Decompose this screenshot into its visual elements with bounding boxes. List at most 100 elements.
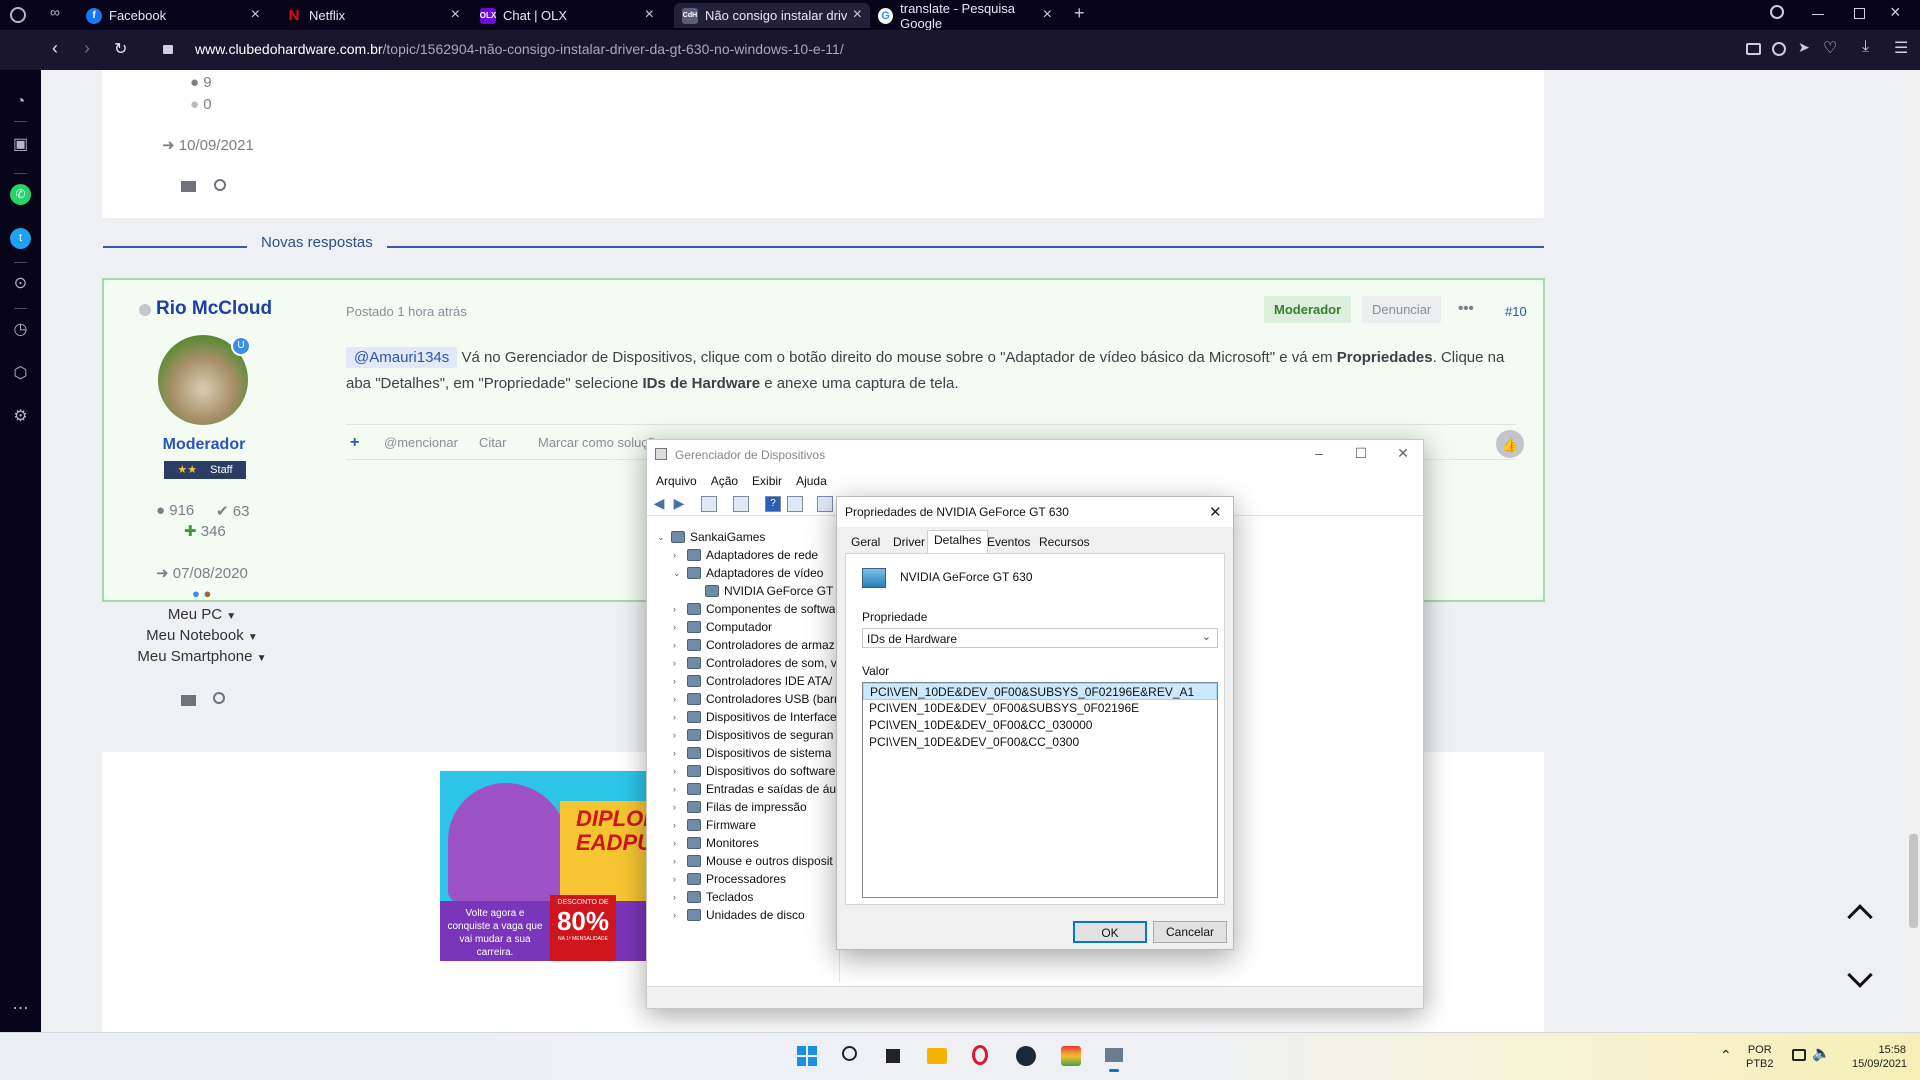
device-tree-item[interactable]: › Dispositivos de seguran <box>673 726 833 744</box>
tab-geral[interactable]: Geral <box>845 533 886 553</box>
device-manager-taskbar-icon[interactable] <box>1101 1043 1127 1072</box>
tab-detalhes[interactable]: Detalhes <box>927 530 989 554</box>
chevron-right-icon[interactable]: › <box>673 856 683 866</box>
tab-driver[interactable]: Driver <box>887 533 931 553</box>
chevron-right-icon[interactable]: › <box>673 748 683 758</box>
chevron-right-icon[interactable]: › <box>673 622 683 632</box>
tab-facebook[interactable]: f Facebook × <box>78 3 268 28</box>
workspaces-icon[interactable]: ∞ <box>50 4 60 20</box>
player-icon[interactable]: ⊙ <box>10 273 31 294</box>
new-tab-plus-icon[interactable]: + <box>1074 3 1085 24</box>
chevron-right-icon[interactable]: › <box>673 730 683 740</box>
device-tree-item[interactable]: ⌄ Adaptadores de vídeo <box>673 564 823 582</box>
value-list[interactable]: PCI\VEN_10DE&DEV_0F00&SUBSYS_0F02196E&RE… <box>862 682 1218 898</box>
message-envelope-icon[interactable] <box>181 695 196 706</box>
device-tree-item[interactable]: › Processadores <box>673 870 786 888</box>
device-tree-item[interactable]: › Dispositivos de sistema <box>673 744 831 762</box>
device-tree-item[interactable]: › Componentes de softwa <box>673 600 835 618</box>
more-options-button[interactable]: ••• <box>1458 300 1474 317</box>
chevron-right-icon[interactable]: › <box>673 784 683 794</box>
device-tree-item[interactable]: › Controladores de armaz <box>673 636 835 654</box>
chevron-right-icon[interactable]: › <box>673 838 683 848</box>
snapshot-icon[interactable] <box>1746 43 1761 55</box>
meu-smartphone-dropdown[interactable]: Meu Smartphone ▼ <box>102 648 302 665</box>
value-row[interactable]: PCI\VEN_10DE&DEV_0F00&CC_030000 <box>863 717 1217 734</box>
device-tree-item[interactable]: › Computador <box>673 618 772 636</box>
scroll-down-chevron-icon[interactable] <box>1847 962 1873 988</box>
tab-recursos[interactable]: Recursos <box>1033 533 1096 553</box>
back-arrow-icon[interactable]: ‹ <box>52 38 58 59</box>
restore-window-icon[interactable] <box>1854 8 1865 19</box>
chevron-down-icon[interactable]: ⌄ <box>673 568 683 579</box>
chevron-right-icon[interactable]: › <box>673 874 683 884</box>
forward-arrow-icon[interactable]: › <box>84 38 90 59</box>
chevron-right-icon[interactable]: › <box>673 766 683 776</box>
language-indicator[interactable]: POR PTB2 <box>1746 1043 1774 1071</box>
download-icon[interactable]: ⤓ <box>1862 38 1869 56</box>
device-tree-item[interactable]: ⌄ SankaiGames <box>657 528 765 546</box>
action-pane-icon[interactable] <box>787 496 803 512</box>
mark-solution-button[interactable]: Marcar como solução <box>538 435 662 450</box>
chevron-right-icon[interactable]: › <box>673 892 683 902</box>
device-tree-item[interactable]: › Dispositivos de Interface <box>673 708 837 726</box>
device-tree-item[interactable]: › Filas de impressão <box>673 798 807 816</box>
show-hide-console-icon[interactable] <box>701 496 717 512</box>
page-scrollbar-thumb[interactable] <box>1909 834 1918 928</box>
mention-link[interactable]: @Amauri134s <box>346 347 458 368</box>
multiquote-plus-button[interactable]: + <box>350 434 359 452</box>
history-icon[interactable]: ◷ <box>10 319 31 340</box>
author-name[interactable]: Rio McCloud <box>156 298 272 320</box>
tab-eventos[interactable]: Eventos <box>981 533 1036 553</box>
chevron-right-icon[interactable]: › <box>673 640 683 650</box>
adblock-icon[interactable] <box>1772 42 1786 56</box>
chevron-right-icon[interactable]: › <box>673 694 683 704</box>
properties-icon[interactable] <box>733 496 749 512</box>
close-tab-icon[interactable]: × <box>645 6 654 24</box>
mention-button[interactable]: @mencionar <box>384 435 458 450</box>
meu-pc-dropdown[interactable]: Meu PC ▼ <box>102 606 302 623</box>
close-dialog-icon[interactable]: ✕ <box>1209 503 1222 521</box>
close-tab-icon[interactable]: × <box>1043 6 1052 24</box>
value-row[interactable]: PCI\VEN_10DE&DEV_0F00&SUBSYS_0F02196E&RE… <box>863 683 1217 700</box>
scan-hardware-icon[interactable] <box>817 496 833 512</box>
device-tree-item[interactable]: › Adaptadores de rede <box>673 546 818 564</box>
easy-setup-icon[interactable]: ☰ <box>1894 38 1908 58</box>
settings-gear-icon[interactable]: ⚙ <box>10 406 31 427</box>
tab-google[interactable]: G translate - Pesquisa Google × <box>870 1 1060 31</box>
speed-dial-icon[interactable]: ◔ <box>10 91 31 112</box>
tab-netflix[interactable]: N Netflix × <box>278 3 468 28</box>
post-number-link[interactable]: #10 <box>1505 304 1527 319</box>
url-field[interactable]: www.clubedohardware.com.br/topic/1562904… <box>195 41 844 57</box>
cancel-button[interactable]: Cancelar <box>1153 921 1227 943</box>
menu-exibir[interactable]: Exibir <box>752 474 782 488</box>
maximize-window-icon[interactable]: ☐ <box>1349 445 1373 465</box>
device-tree-item[interactable]: › Firmware <box>673 816 756 834</box>
device-tree-item[interactable]: › Dispositivos do software <box>673 762 835 780</box>
chevron-right-icon[interactable]: › <box>673 550 683 560</box>
chevron-right-icon[interactable]: › <box>673 820 683 830</box>
quote-button[interactable]: Citar <box>479 435 506 450</box>
device-tree-item[interactable]: › Controladores USB (barr <box>673 690 838 708</box>
help-icon[interactable]: ? <box>765 496 781 512</box>
more-options-icon[interactable]: ⋯ <box>10 998 31 1019</box>
opera-browser-icon[interactable] <box>968 1043 994 1069</box>
twitter-icon[interactable]: t <box>10 228 31 249</box>
windows-start-icon[interactable] <box>794 1043 820 1069</box>
chevron-right-icon[interactable]: › <box>673 676 683 686</box>
like-button[interactable]: 👍 <box>1496 430 1524 458</box>
chevron-right-icon[interactable]: › <box>673 802 683 812</box>
bookmark-heart-icon[interactable]: ♡ <box>1823 38 1837 58</box>
steam-icon[interactable] <box>1013 1043 1039 1069</box>
device-tree-item[interactable]: › Monitores <box>673 834 759 852</box>
my-flow-icon[interactable]: ▣ <box>10 134 31 155</box>
device-tree-item[interactable]: › Controladores IDE ATA/ <box>673 672 832 690</box>
value-row[interactable]: PCI\VEN_10DE&DEV_0F00&CC_0300 <box>863 734 1217 751</box>
search-icon[interactable] <box>838 1043 864 1069</box>
forward-arrow-icon[interactable]: ▶ <box>671 496 687 512</box>
task-view-icon[interactable] <box>880 1043 906 1069</box>
meu-notebook-dropdown[interactable]: Meu Notebook ▼ <box>102 627 302 644</box>
report-button[interactable]: Denunciar <box>1362 296 1442 323</box>
chevron-right-icon[interactable]: › <box>673 712 683 722</box>
close-tab-icon[interactable]: × <box>251 6 260 24</box>
back-arrow-icon[interactable]: ◀ <box>651 496 667 512</box>
